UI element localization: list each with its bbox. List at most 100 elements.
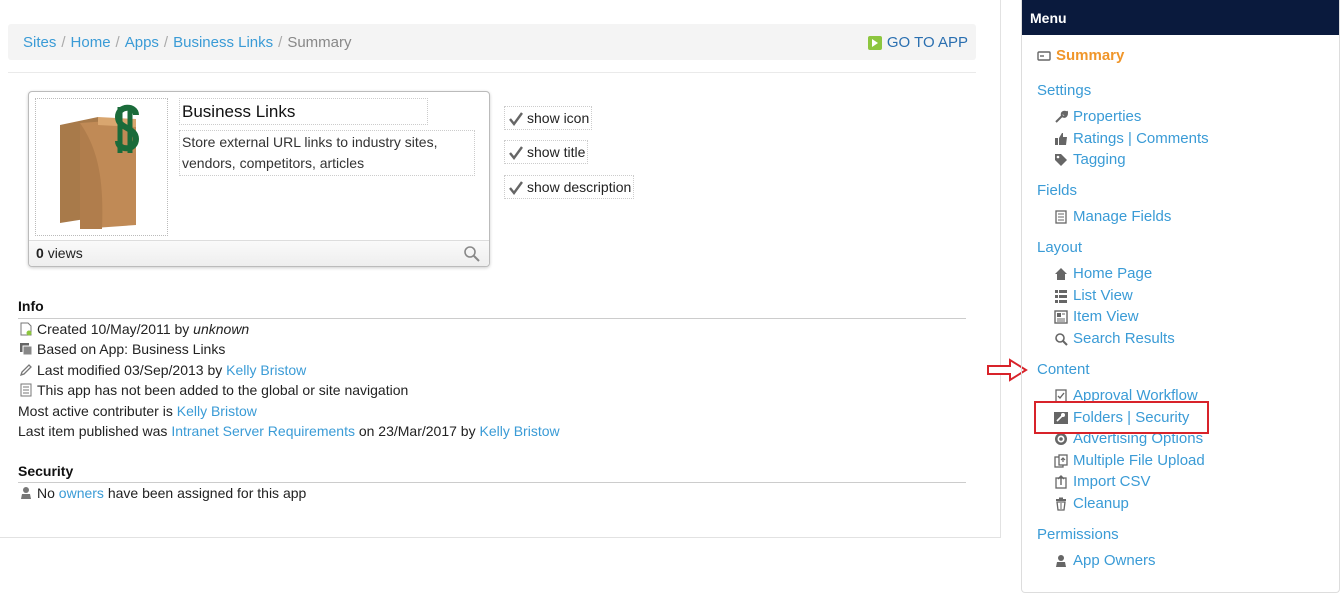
breadcrumb: Sites / Home / Apps / Business Links / Summary [23, 34, 352, 51]
security-owners: No owners have been assigned for this ap… [18, 483, 306, 503]
info-modified: Last modified 03/Sep/2013 by Kelly Brist… [18, 360, 306, 380]
app-icon[interactable] [35, 98, 168, 236]
show-icon-toggle[interactable]: show icon [504, 106, 593, 130]
app-card: Business Links Store external URL links … [28, 91, 490, 267]
based-on-text: Based on App: Business Links [37, 341, 226, 357]
menu-group-settings[interactable]: Settings [1037, 82, 1091, 99]
info-navigation: This app has not been added to the globa… [18, 380, 408, 400]
go-arrow-icon [867, 35, 882, 50]
upload-icon [1053, 474, 1069, 490]
info-heading: Info [18, 298, 44, 314]
new-document-icon [18, 322, 34, 336]
menu-item-cleanup[interactable]: Cleanup [1053, 495, 1129, 512]
modified-by-link[interactable]: Kelly Bristow [226, 362, 306, 378]
list-document-icon [1053, 209, 1069, 225]
side-menu: Menu Summary Settings Properties Ratings… [1021, 0, 1340, 593]
menu-item-search-results[interactable]: Search Results [1053, 330, 1175, 347]
menu-item-list-view-label: List View [1073, 287, 1133, 304]
created-by: unknown [193, 321, 250, 337]
copy-icon [18, 342, 34, 356]
menu-item-tagging-label: Tagging [1073, 151, 1126, 168]
info-created: Created 10/May/2011 by unknown [18, 319, 249, 339]
folder-logo-icon [60, 104, 140, 229]
breadcrumb-sites[interactable]: Sites [23, 34, 56, 51]
menu-item-import-csv-label: Import CSV [1073, 473, 1151, 490]
app-description[interactable]: Store external URL links to industry sit… [179, 130, 475, 176]
zoom-icon[interactable] [463, 245, 481, 263]
info-based-on: Based on App: Business Links [18, 339, 225, 359]
published-text: Last item published was [18, 423, 168, 439]
info-last-published: Last item published was Intranet Server … [18, 421, 560, 441]
menu-item-list-view[interactable]: List View [1053, 287, 1133, 304]
show-description-label: show description [527, 179, 632, 195]
views-number: 0 [36, 245, 44, 261]
item-view-icon [1053, 309, 1069, 325]
modified-text: Last modified 03/Sep/2013 by [37, 362, 223, 378]
go-to-app-label: GO TO APP [886, 34, 968, 51]
card-footer: 0 views [29, 240, 489, 266]
menu-item-multiple-file-upload-label: Multiple File Upload [1073, 452, 1205, 469]
document-icon [18, 383, 34, 397]
menu-group-content[interactable]: Content [1037, 361, 1090, 378]
contributor-text: Most active contributer is [18, 403, 173, 419]
menu-header: Menu [1022, 0, 1339, 35]
menu-item-summary[interactable]: Summary [1037, 47, 1124, 64]
user-icon [1053, 553, 1069, 569]
show-title-label: show title [527, 144, 586, 160]
security-heading: Security [18, 463, 74, 479]
breadcrumb-current: Summary [287, 34, 352, 51]
annotation-highlight-box [1034, 401, 1209, 434]
menu-item-cleanup-label: Cleanup [1073, 495, 1129, 512]
views-count: 0 views [36, 245, 83, 261]
checkmark-icon [509, 112, 523, 126]
menu-item-multiple-file-upload[interactable]: Multiple File Upload [1053, 452, 1205, 469]
menu-item-properties-label: Properties [1073, 108, 1142, 125]
menu-item-properties[interactable]: Properties [1053, 108, 1141, 125]
published-by-link[interactable]: Kelly Bristow [479, 423, 559, 439]
breadcrumb-separator: / [278, 34, 283, 51]
search-icon [1053, 331, 1069, 347]
checkmark-icon [509, 146, 523, 160]
views-label: views [47, 245, 83, 261]
menu-group-permissions[interactable]: Permissions [1037, 526, 1119, 543]
menu-item-summary-label: Summary [1056, 47, 1125, 64]
breadcrumb-bar: Sites / Home / Apps / Business Links / Summary G… [8, 24, 976, 60]
app-title[interactable]: Business Links [179, 98, 428, 125]
show-title-toggle[interactable]: show title [504, 140, 589, 164]
navigation-note: This app has not been added to the globa… [37, 382, 409, 398]
menu-item-tagging[interactable]: Tagging [1053, 151, 1126, 168]
breadcrumb-separator: / [115, 34, 120, 51]
breadcrumb-business-links[interactable]: Business Links [173, 34, 273, 51]
owners-link[interactable]: owners [59, 485, 104, 501]
breadcrumb-separator: / [61, 34, 66, 51]
summary-icon [1037, 50, 1051, 62]
show-description-toggle[interactable]: show description [504, 175, 635, 199]
menu-item-import-csv[interactable]: Import CSV [1053, 473, 1151, 490]
menu-item-item-view[interactable]: Item View [1053, 308, 1139, 325]
wrench-icon [1053, 109, 1069, 125]
go-to-app-button[interactable]: GO TO APP [867, 34, 968, 51]
menu-item-home-page[interactable]: Home Page [1053, 265, 1152, 282]
trash-icon [1053, 496, 1069, 512]
thumbs-up-icon [1053, 131, 1069, 147]
menu-item-home-page-label: Home Page [1073, 265, 1153, 282]
menu-item-ratings-comments[interactable]: Ratings | Comments [1053, 130, 1209, 147]
published-item-link[interactable]: Intranet Server Requirements [171, 423, 355, 439]
menu-group-fields[interactable]: Fields [1037, 182, 1077, 199]
main-content: Sites / Home / Apps / Business Links / Summary G… [0, 0, 1001, 538]
security-suffix: have been assigned for this app [107, 485, 307, 501]
menu-item-app-owners-label: App Owners [1073, 552, 1156, 569]
contributor-link[interactable]: Kelly Bristow [177, 403, 257, 419]
tag-icon [1053, 152, 1069, 168]
breadcrumb-separator: / [163, 34, 169, 51]
checkmark-icon [509, 181, 523, 195]
info-contributor: Most active contributer is Kelly Bristow [18, 401, 257, 421]
home-icon [1053, 266, 1069, 282]
breadcrumb-home[interactable]: Home [71, 34, 111, 51]
menu-group-layout[interactable]: Layout [1037, 239, 1082, 256]
menu-item-item-view-label: Item View [1073, 308, 1139, 325]
menu-item-manage-fields[interactable]: Manage Fields [1053, 208, 1171, 225]
breadcrumb-apps[interactable]: Apps [125, 34, 159, 51]
menu-item-app-owners[interactable]: App Owners [1053, 552, 1156, 569]
published-date-text: on 23/Mar/2017 by [358, 423, 476, 439]
